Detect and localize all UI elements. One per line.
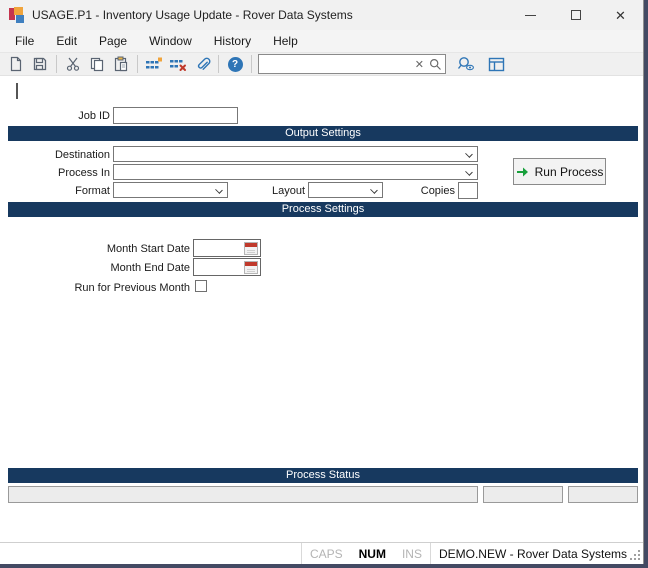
cut-icon (66, 57, 80, 71)
process-status-field-2 (483, 486, 563, 503)
minimize-icon (525, 14, 536, 16)
close-button[interactable]: ✕ (598, 0, 643, 30)
text-caret (16, 83, 18, 99)
job-id-field (113, 107, 238, 126)
chevron-down-icon (370, 186, 378, 194)
copies-input[interactable] (459, 185, 477, 201)
search-box: ✕ (258, 54, 446, 74)
process-settings-header: Process Settings (8, 202, 638, 217)
menu-edit[interactable]: Edit (45, 31, 88, 51)
new-document-button[interactable] (4, 53, 28, 75)
menu-help[interactable]: Help (262, 31, 309, 51)
search-icon[interactable] (429, 58, 442, 71)
format-label: Format (75, 185, 110, 197)
paste-button[interactable] (109, 53, 133, 75)
month-end-label: Month End Date (110, 262, 191, 274)
menu-bar: File Edit Page Window History Help (0, 30, 643, 52)
month-end-field[interactable] (193, 258, 261, 276)
output-settings-header: Output Settings (8, 126, 638, 141)
layout-label: Layout (271, 185, 305, 197)
toolbar-separator (218, 55, 219, 73)
find-preview-icon (457, 57, 474, 71)
menu-history[interactable]: History (203, 31, 262, 51)
process-in-label: Process In (58, 167, 110, 179)
layout-panel-button[interactable] (484, 53, 508, 75)
insert-rows-icon (146, 57, 162, 69)
new-document-icon (10, 56, 22, 72)
toolbar-separator (56, 55, 57, 73)
close-icon: ✕ (615, 7, 626, 23)
calendar-icon[interactable] (244, 241, 258, 255)
save-icon (33, 57, 47, 71)
menu-page[interactable]: Page (88, 31, 138, 51)
attachment-icon (197, 57, 210, 70)
process-status-field-3 (568, 486, 638, 503)
resize-grip[interactable] (629, 549, 641, 561)
cut-button[interactable] (61, 53, 85, 75)
run-process-label: Run Process (534, 164, 604, 179)
destination-label: Destination (54, 149, 110, 161)
status-bar: CAPS NUM INS DEMO.NEW - Rover Data Syste… (0, 542, 643, 564)
paste-icon (114, 56, 128, 72)
caps-indicator: CAPS (309, 546, 343, 561)
process-status-field-1 (8, 486, 478, 503)
destination-select[interactable] (113, 146, 478, 162)
process-in-select[interactable] (113, 164, 478, 180)
window-title: USAGE.P1 - Inventory Usage Update - Rove… (32, 8, 353, 22)
help-icon: ? (227, 56, 243, 72)
menu-window[interactable]: Window (138, 31, 203, 51)
previous-month-checkbox[interactable] (195, 280, 207, 292)
copy-icon (90, 57, 104, 72)
run-process-button[interactable]: Run Process (513, 158, 606, 185)
previous-month-label: Run for Previous Month (74, 282, 190, 294)
minimize-button[interactable] (508, 0, 553, 30)
insert-rows-button[interactable] (142, 53, 166, 75)
delete-rows-button[interactable] (166, 53, 190, 75)
search-input[interactable] (262, 58, 415, 70)
calendar-icon[interactable] (244, 260, 258, 274)
attach-button[interactable] (190, 53, 214, 75)
ins-indicator: INS (401, 546, 422, 561)
chevron-down-icon (465, 150, 473, 158)
copies-label: Copies (420, 185, 455, 197)
layout-panel-icon (488, 57, 504, 71)
search-clear-icon[interactable]: ✕ (415, 58, 424, 71)
delete-rows-icon (170, 60, 186, 71)
job-id-label: Job ID (78, 110, 110, 122)
toolbar: ? ✕ (0, 52, 643, 76)
save-button[interactable] (28, 53, 52, 75)
chevron-down-icon (465, 168, 473, 176)
month-start-field[interactable] (193, 239, 261, 257)
app-window: USAGE.P1 - Inventory Usage Update - Rove… (0, 0, 644, 564)
copy-button[interactable] (85, 53, 109, 75)
toolbar-separator (137, 55, 138, 73)
num-indicator: NUM (358, 546, 386, 561)
find-preview-button[interactable] (454, 53, 478, 75)
title-bar: USAGE.P1 - Inventory Usage Update - Rove… (0, 0, 643, 30)
menu-file[interactable]: File (4, 31, 45, 51)
layout-select[interactable] (308, 182, 383, 198)
session-label: DEMO.NEW - Rover Data Systems (438, 546, 627, 561)
help-button[interactable]: ? (223, 53, 247, 75)
run-arrow-icon (516, 167, 528, 176)
maximize-button[interactable] (553, 0, 598, 30)
format-select[interactable] (113, 182, 228, 198)
process-status-header: Process Status (8, 468, 638, 483)
maximize-icon (570, 10, 581, 20)
toolbar-separator (251, 55, 252, 73)
form-area: Job ID Output Settings Destination Proce… (0, 77, 643, 542)
chevron-down-icon (215, 186, 223, 194)
month-start-label: Month Start Date (106, 243, 190, 255)
copies-field (458, 182, 478, 201)
job-id-input[interactable] (114, 110, 237, 126)
app-icon (9, 7, 25, 23)
